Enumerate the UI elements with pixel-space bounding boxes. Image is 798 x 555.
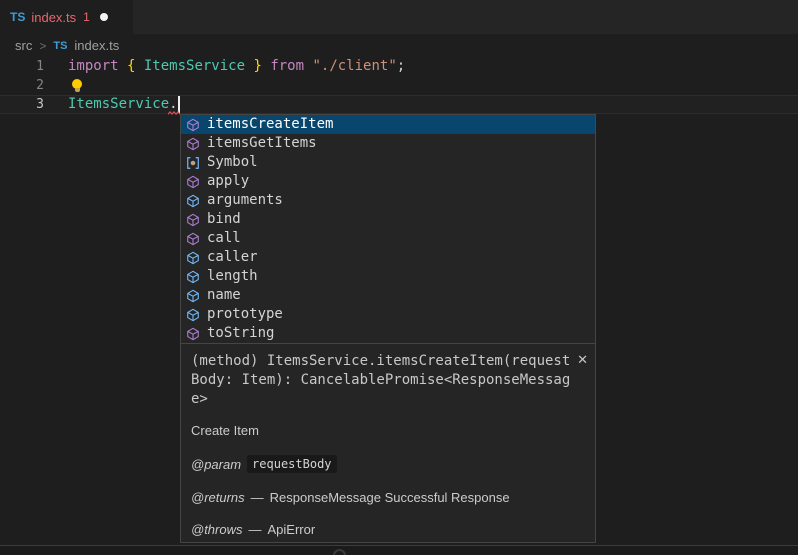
suggestion-item-itemsCreateItem[interactable]: itemsCreateItem: [181, 115, 595, 134]
suggestion-label: call: [207, 229, 241, 248]
close-icon[interactable]: ✕: [577, 353, 588, 366]
field-icon: [185, 288, 201, 304]
typescript-file-icon: TS: [53, 40, 67, 52]
line-number: 1: [0, 57, 44, 76]
param-tag: @param: [191, 457, 241, 472]
suggestion-item-toString[interactable]: toString: [181, 324, 595, 343]
lightbulb-icon[interactable]: [72, 79, 83, 93]
tab-filename: index.ts: [31, 10, 76, 25]
field-icon: [185, 307, 201, 323]
suggestion-item-bind[interactable]: bind: [181, 210, 595, 229]
doc-param-line: @param requestBody: [191, 455, 585, 473]
suggestion-item-name[interactable]: name: [181, 286, 595, 305]
method-icon: [185, 212, 201, 228]
method-icon: [185, 231, 201, 247]
doc-summary: Create Item: [191, 423, 585, 438]
doc-throws-line: @throws— ApiError: [191, 522, 585, 537]
code-line-2[interactable]: 2: [0, 76, 798, 95]
returns-text: ResponseMessage Successful Response: [270, 490, 510, 505]
bottom-strip: [0, 546, 798, 555]
suggestion-label: arguments: [207, 191, 283, 210]
returns-tag: @returns: [191, 490, 245, 505]
suggestion-item-call[interactable]: call: [181, 229, 595, 248]
method-signature: (method) ItemsService.itemsCreateItem(re…: [191, 352, 576, 409]
method-icon: [185, 136, 201, 152]
typescript-file-icon: TS: [10, 10, 25, 24]
line-number: 2: [0, 76, 44, 95]
dimmed-circle-icon: [333, 549, 346, 555]
modified-dot-icon[interactable]: [100, 13, 108, 21]
line-number: 3: [0, 95, 44, 114]
method-icon: [185, 174, 201, 190]
suggestion-item-apply[interactable]: apply: [181, 172, 595, 191]
suggestion-item-itemsGetItems[interactable]: itemsGetItems: [181, 134, 595, 153]
suggestion-label: name: [207, 286, 241, 305]
doc-returns-line: @returns— ResponseMessage Successful Res…: [191, 490, 585, 505]
suggestion-label: apply: [207, 172, 249, 191]
suggestion-label: Symbol: [207, 153, 258, 172]
suggest-docs-panel: (method) ItemsService.itemsCreateItem(re…: [180, 343, 596, 543]
throws-text: ApiError: [268, 522, 316, 537]
suggestion-item-length[interactable]: length: [181, 267, 595, 286]
breadcrumb: src > TS index.ts: [0, 34, 798, 57]
suggestion-label: prototype: [207, 305, 283, 324]
field-icon: [185, 193, 201, 209]
throws-tag: @throws: [191, 522, 243, 537]
code-text: import { ItemsService } from "./client";: [68, 57, 405, 76]
suggestion-item-Symbol[interactable]: Symbol: [181, 153, 595, 172]
suggestion-label: toString: [207, 324, 274, 343]
suggestion-label: itemsGetItems: [207, 134, 317, 153]
code-line-1[interactable]: 1 import { ItemsService } from "./client…: [0, 57, 798, 76]
code-line-3[interactable]: 3 ItemsService.: [0, 95, 798, 114]
method-icon: [185, 117, 201, 133]
field-icon: [185, 269, 201, 285]
suggestion-label: caller: [207, 248, 258, 267]
field-icon: [185, 250, 201, 266]
tab-bar: TS index.ts 1: [0, 0, 798, 34]
suggestion-item-prototype[interactable]: prototype: [181, 305, 595, 324]
suggestion-item-caller[interactable]: caller: [181, 248, 595, 267]
tab-error-count: 1: [83, 10, 90, 24]
suggestion-item-arguments[interactable]: arguments: [181, 191, 595, 210]
breadcrumb-folder[interactable]: src: [15, 38, 32, 53]
text-cursor: [178, 96, 180, 113]
suggestion-label: length: [207, 267, 258, 286]
suggest-widget: itemsCreateItem itemsGetItems Symbol app…: [180, 114, 596, 343]
tab-index-ts[interactable]: TS index.ts 1: [0, 0, 133, 34]
code-text: ItemsService.: [68, 95, 178, 114]
symbol-icon: [185, 155, 201, 171]
suggestion-label: bind: [207, 210, 241, 229]
suggestion-label: itemsCreateItem: [207, 115, 333, 134]
param-code-chip: requestBody: [247, 455, 336, 473]
breadcrumb-file[interactable]: index.ts: [74, 38, 119, 53]
chevron-right-icon: >: [39, 39, 46, 53]
method-icon: [185, 326, 201, 342]
